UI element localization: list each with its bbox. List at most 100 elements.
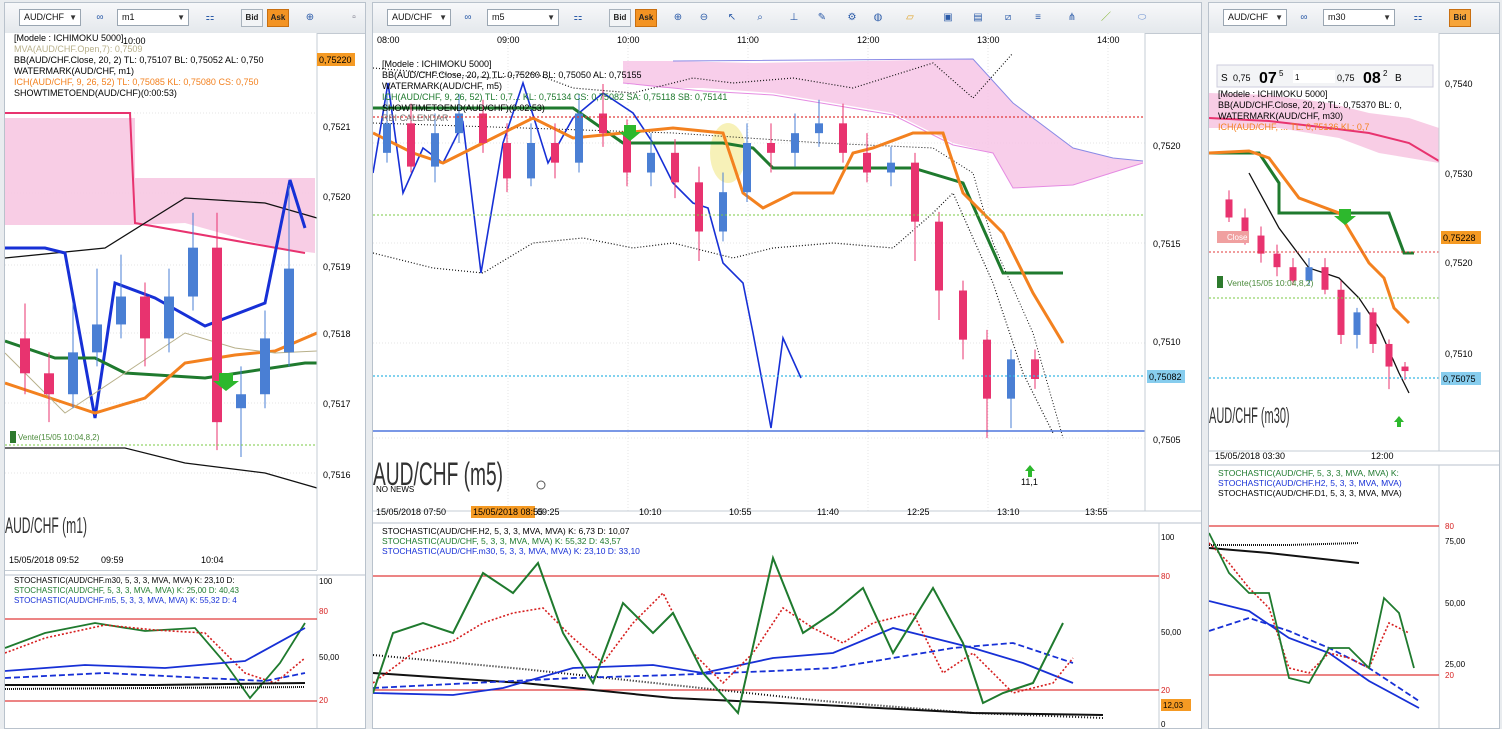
svg-text:10:00: 10:00 [617, 35, 640, 45]
bid-button[interactable]: Bid [241, 9, 263, 27]
template-icon[interactable]: ▤ [969, 9, 987, 27]
timeframe-select[interactable]: m5 ▼ [487, 9, 559, 26]
arrow-value-label: 11,1 [1021, 477, 1038, 487]
vente-label: Vente(15/05 10:04,8,2) [18, 433, 100, 442]
candle [791, 133, 799, 153]
fibonacci-icon[interactable]: ⧄ [999, 9, 1017, 27]
bid-button[interactable]: Bid [609, 9, 631, 27]
bid-button[interactable]: Bid [1449, 9, 1471, 27]
candle [236, 394, 246, 409]
svg-text:STOCHASTIC(AUD/CHF.D1, 5, 3, 3: STOCHASTIC(AUD/CHF.D1, 5, 3, 3, MVA, MVA… [1218, 488, 1402, 498]
link-icon[interactable]: ∞ [459, 9, 477, 27]
m30-toolbar: AUD/CHF ▼ ∞ m30 ▼ ⚏ Bid [1209, 3, 1499, 34]
chevron-down-icon: ▼ [439, 13, 447, 22]
m1-chart-window: AUD/CHF ▼ ∞ m1 ▼ ⚏ Bid Ask ⊕ ▫ 10:00 Vente… [4, 2, 366, 729]
svg-text:RBI CALENDAR: RBI CALENDAR [382, 113, 449, 123]
candle [527, 143, 535, 179]
quote-box[interactable]: S 0,75 07 5 1 0,75 08 2 B [1216, 64, 1434, 88]
chart-type-icon[interactable]: ⚏ [569, 9, 587, 27]
svg-text:ICH(AUD/CHF, 9, 26, 52) TL: 0: ICH(AUD/CHF, 9, 26, 52) TL: 0,7... KL: 0… [382, 92, 727, 102]
svg-text:0,7515: 0,7515 [1153, 239, 1181, 249]
svg-text:0,7510: 0,7510 [1153, 337, 1181, 347]
timeframe-select[interactable]: m30 ▼ [1323, 9, 1395, 26]
image-icon[interactable]: ▣ [939, 9, 957, 27]
svg-text:0,7519: 0,7519 [323, 262, 351, 272]
candle [1273, 253, 1281, 268]
link-icon[interactable]: ∞ [91, 9, 109, 27]
svg-text:07: 07 [1259, 70, 1277, 87]
svg-text:09:25: 09:25 [537, 507, 560, 517]
settings-icon[interactable]: ⚙ [843, 9, 861, 27]
candle [767, 143, 775, 153]
candle [140, 296, 150, 339]
symbol-select[interactable]: AUD/CHF ▼ [19, 9, 81, 26]
svg-text:12:00: 12:00 [857, 35, 880, 45]
candle [815, 123, 823, 134]
trendline-icon[interactable]: ／ [1097, 9, 1115, 27]
candle [839, 123, 847, 153]
stoch-box-label: 12,03 [1163, 701, 1184, 710]
candle [1401, 366, 1409, 372]
svg-text:12:00: 12:00 [1371, 451, 1394, 461]
svg-text:50,00: 50,00 [1161, 628, 1182, 637]
candle [44, 373, 54, 395]
lines-icon[interactable]: ≡ [1029, 9, 1047, 27]
svg-text:13:55: 13:55 [1085, 507, 1108, 517]
maximize-icon[interactable]: ▫ [345, 9, 363, 27]
ruler-icon[interactable]: ▱ [901, 9, 919, 27]
chart-type-icon[interactable]: ⚏ [201, 9, 219, 27]
candle [743, 143, 751, 193]
svg-text:50,00: 50,00 [1445, 599, 1466, 608]
svg-text:ICH(AUD/CHF, 9, 26, 52) TL: 0: ICH(AUD/CHF, 9, 26, 52) TL: 0,75085 KL: … [14, 77, 258, 87]
svg-text:09:00: 09:00 [497, 35, 520, 45]
candle [911, 162, 919, 222]
zoom-icon[interactable]: ⊕ [301, 9, 319, 27]
candle [695, 182, 703, 232]
globe-icon[interactable]: ◍ [869, 9, 887, 27]
pitchfork-icon[interactable]: ⋔ [1063, 9, 1081, 27]
price-axis: 0,7521 0,7520 0,7519 0,7518 0,7517 0,751… [316, 33, 355, 570]
zoom-in-icon[interactable]: ⊕ [669, 9, 687, 27]
candle [1257, 235, 1265, 254]
svg-text:20: 20 [1161, 686, 1170, 695]
svg-text:0,7505: 0,7505 [1153, 435, 1181, 445]
vente-label: Vente(15/05 10:04,8,2) [1227, 278, 1314, 288]
price-box-label: 0,75220 [319, 55, 352, 65]
stoch-legend: STOCHASTIC(AUD/CHF.H2, 5, 3, 3, MVA, MVA… [382, 526, 640, 556]
cursor-icon[interactable]: ↖ [723, 9, 741, 27]
symbol-select[interactable]: AUD/CHF ▼ [1223, 9, 1287, 26]
zoom-out-icon[interactable]: ⊖ [695, 9, 713, 27]
m1-toolbar: AUD/CHF ▼ ∞ m1 ▼ ⚏ Bid Ask ⊕ ▫ [5, 3, 365, 34]
candle [671, 152, 679, 183]
candle [575, 113, 583, 163]
chart-type-icon[interactable]: ⚏ [1409, 9, 1427, 27]
svg-text:80: 80 [1445, 522, 1454, 531]
m1-chart-svg: 10:00 Vente(15/05 10:04,8,2) AUD/CHF (m1… [5, 33, 365, 728]
candle [863, 152, 871, 173]
timeframe-select[interactable]: m1 ▼ [117, 9, 189, 26]
candle [188, 247, 198, 297]
svg-text:0,75: 0,75 [1233, 73, 1251, 83]
annotation-icon[interactable]: ✎ [813, 9, 831, 27]
candle [68, 352, 78, 395]
candle [212, 247, 222, 423]
watermark: AUD/CHF (m1) [5, 513, 87, 538]
ask-button[interactable]: Ask [267, 9, 289, 27]
svg-text:100: 100 [1161, 533, 1175, 542]
chevron-down-icon: ▼ [177, 13, 185, 22]
vertical-line-icon[interactable]: ⊥ [785, 9, 803, 27]
svg-text:ICH(AUD/CHF, ... TL: 0,75136: ICH(AUD/CHF, ... TL: 0,75136 KL: 0,7 [1218, 122, 1369, 132]
svg-text:08: 08 [1363, 70, 1381, 87]
symbol-select[interactable]: AUD/CHF ▼ [387, 9, 451, 26]
measure-icon[interactable]: ⌕ [751, 9, 769, 27]
vente-marker [1217, 276, 1223, 288]
candle [719, 192, 727, 232]
candle [479, 113, 487, 143]
ask-button[interactable]: Ask [635, 9, 657, 27]
ellipse-icon[interactable]: ⬭ [1133, 9, 1151, 27]
candle [959, 290, 967, 340]
link-icon[interactable]: ∞ [1295, 9, 1313, 27]
svg-text:75,00: 75,00 [1445, 537, 1466, 546]
svg-text:STOCHASTIC(AUD/CHF.m30, 5, 3,: STOCHASTIC(AUD/CHF.m30, 5, 3, 3, MVA, MV… [14, 576, 235, 585]
time-axis: 15/05/2018 03:30 12:00 [1215, 451, 1394, 461]
